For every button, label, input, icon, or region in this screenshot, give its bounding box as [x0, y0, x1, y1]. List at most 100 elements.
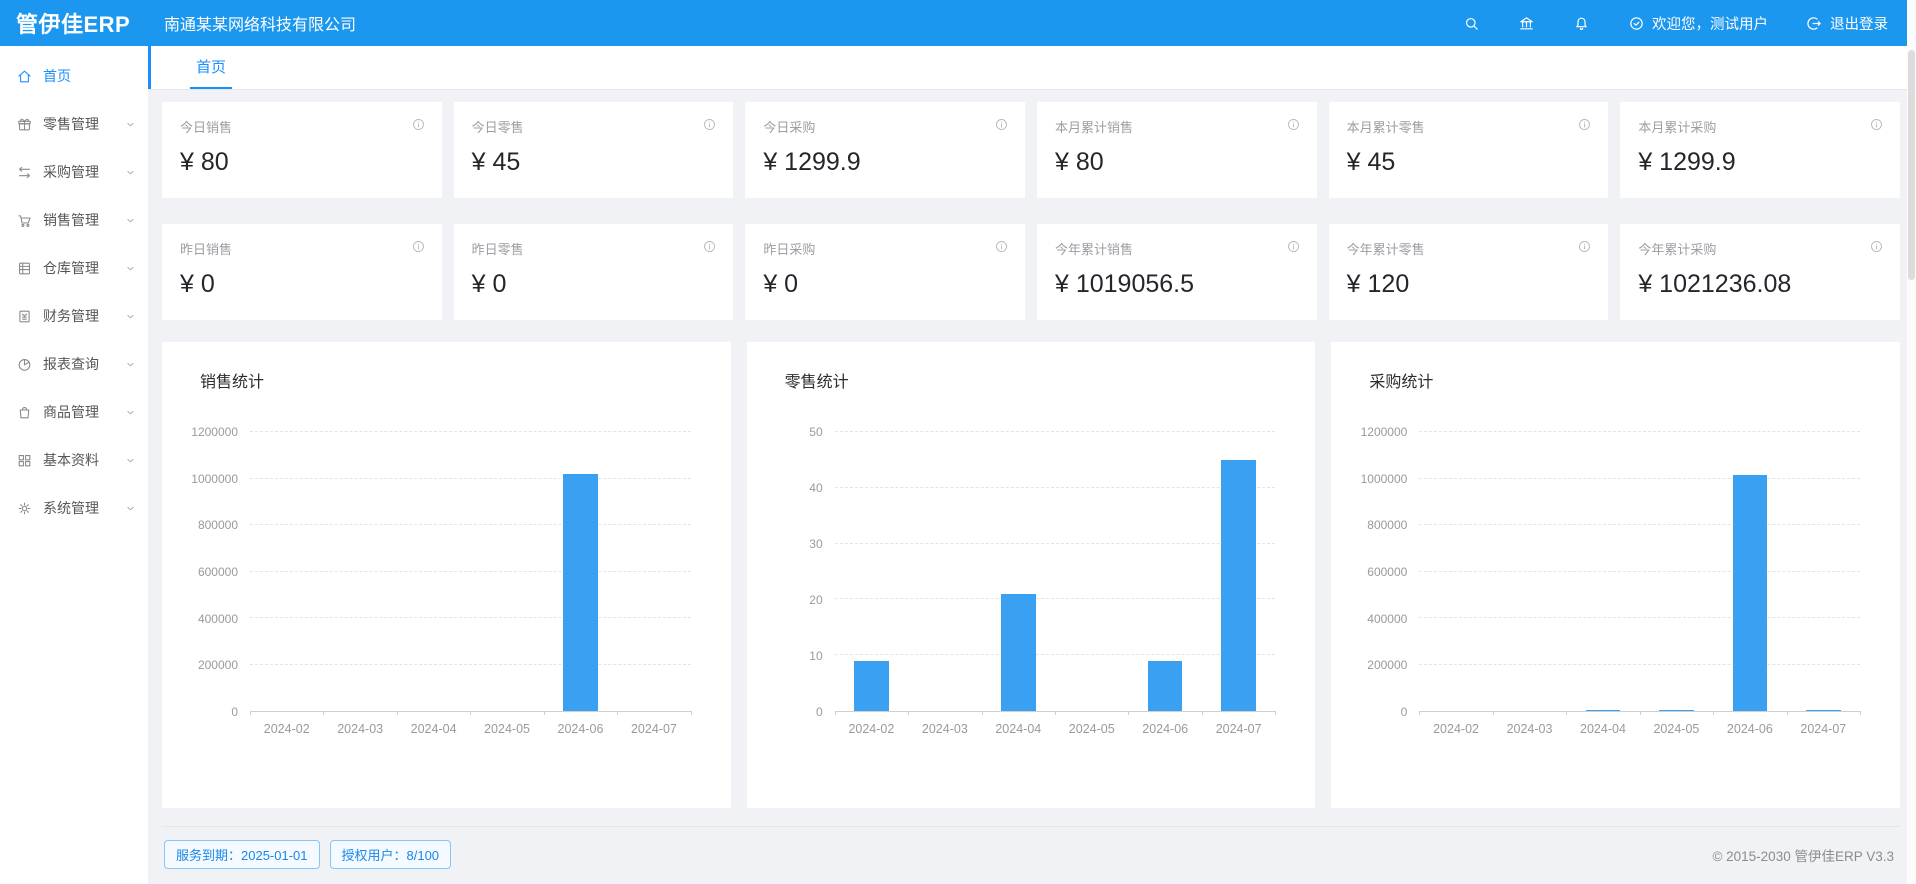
y-axis: 020000040000060000080000010000001200000	[1357, 432, 1419, 712]
sale-icon	[16, 212, 33, 229]
axis-tick	[250, 711, 251, 715]
chart-canvas[interactable]: 020000040000060000080000010000001200000	[1357, 432, 1870, 712]
info-icon[interactable]	[1869, 117, 1884, 132]
bar-2024-06	[1148, 661, 1183, 711]
stat-card-value: ¥ 45	[1347, 148, 1591, 177]
tab-home[interactable]: 首页	[190, 46, 232, 89]
search-icon[interactable]	[1463, 15, 1480, 32]
sidebar-item-purchase[interactable]: 采购管理	[0, 148, 148, 196]
info-icon[interactable]	[1577, 117, 1592, 132]
y-tick-label: 1200000	[1361, 425, 1408, 439]
scrollbar-thumb[interactable]	[1908, 50, 1915, 280]
x-axis-labels: 2024-022024-032024-042024-052024-062024-…	[250, 722, 691, 736]
stat-card: 本月累计采购 ¥ 1299.9	[1620, 102, 1900, 198]
x-tick-label: 2024-02	[1419, 722, 1492, 736]
logout-button[interactable]: 退出登录	[1806, 13, 1888, 34]
x-tick-label: 2024-03	[323, 722, 396, 736]
y-tick-label: 1000000	[1361, 472, 1408, 486]
user-menu[interactable]: 欢迎您，测试用户	[1628, 13, 1768, 34]
info-icon[interactable]	[702, 239, 717, 254]
sidebar-item-label: 采购管理	[43, 162, 99, 182]
bar-2024-06	[563, 474, 598, 711]
info-icon[interactable]	[411, 117, 426, 132]
chart-panel: 销售统计 02000004000006000008000001000000120…	[162, 342, 731, 808]
sidebar-item-home[interactable]: 首页	[0, 52, 148, 100]
axis-tick	[1055, 711, 1056, 715]
sidebar-item-label: 财务管理	[43, 306, 99, 326]
sidebar-item-report[interactable]: 报表查询	[0, 340, 148, 388]
chevron-down-icon	[125, 455, 136, 466]
stat-card-label: 今年累计采购	[1638, 239, 1882, 258]
sidebar-item-label: 基本资料	[43, 450, 99, 470]
bar-slot	[323, 432, 396, 711]
bar-2024-02	[854, 661, 889, 711]
bar-slot	[1787, 432, 1860, 711]
x-tick-label: 2024-07	[617, 722, 690, 736]
y-tick-label: 600000	[1367, 565, 1407, 579]
bar-slot	[544, 432, 617, 711]
sidebar-item-system[interactable]: 系统管理	[0, 484, 148, 532]
bar-2024-04	[1001, 594, 1036, 711]
sidebar-item-base[interactable]: 基本资料	[0, 436, 148, 484]
chart-row: 销售统计 02000004000006000008000001000000120…	[162, 342, 1900, 808]
axis-tick	[1419, 711, 1420, 715]
sidebar-item-sale[interactable]: 销售管理	[0, 196, 148, 244]
stat-card: 今年累计销售 ¥ 1019056.5	[1037, 224, 1317, 320]
report-icon	[16, 356, 33, 373]
scrollbar[interactable]	[1907, 0, 1916, 884]
chart-canvas[interactable]: 01020304050	[773, 432, 1286, 712]
sidebar-item-goods[interactable]: 商品管理	[0, 388, 148, 436]
bar-slot	[1493, 432, 1566, 711]
info-icon[interactable]	[411, 239, 426, 254]
info-icon[interactable]	[1577, 239, 1592, 254]
info-icon[interactable]	[1286, 117, 1301, 132]
plot-area	[835, 432, 1276, 712]
finance-icon	[16, 308, 33, 325]
chevron-down-icon	[125, 167, 136, 178]
info-icon[interactable]	[994, 117, 1009, 132]
bar-2024-06	[1733, 475, 1768, 712]
info-icon[interactable]	[1286, 239, 1301, 254]
company-name: 南通某某网络科技有限公司	[164, 11, 356, 35]
chevron-down-icon	[125, 407, 136, 418]
y-tick-label: 600000	[198, 565, 238, 579]
stat-card-value: ¥ 0	[763, 270, 1007, 299]
sidebar-item-stock[interactable]: 仓库管理	[0, 244, 148, 292]
y-tick-label: 400000	[198, 612, 238, 626]
system-icon	[16, 500, 33, 517]
sidebar-item-retail[interactable]: 零售管理	[0, 100, 148, 148]
stat-card: 今日零售 ¥ 45	[454, 102, 734, 198]
bar-slot	[982, 432, 1055, 711]
y-axis: 01020304050	[773, 432, 835, 712]
stock-icon	[16, 260, 33, 277]
bar-slot	[1055, 432, 1128, 711]
stat-card-value: ¥ 0	[180, 270, 424, 299]
bar-series	[250, 432, 691, 711]
stat-card: 今日采购 ¥ 1299.9	[745, 102, 1025, 198]
bell-icon[interactable]	[1573, 15, 1590, 32]
info-icon[interactable]	[994, 239, 1009, 254]
chart-canvas[interactable]: 020000040000060000080000010000001200000	[188, 432, 701, 712]
axis-tick	[617, 711, 618, 715]
stat-card-label: 今日采购	[763, 117, 1007, 136]
chevron-down-icon	[125, 215, 136, 226]
bar-series	[835, 432, 1276, 711]
y-tick-label: 0	[816, 705, 823, 719]
stat-card: 今日销售 ¥ 80	[162, 102, 442, 198]
y-tick-label: 40	[809, 481, 822, 495]
bar-slot	[250, 432, 323, 711]
info-icon[interactable]	[1869, 239, 1884, 254]
bank-icon[interactable]	[1518, 15, 1535, 32]
axis-tick	[544, 711, 545, 715]
sidebar-item-finance[interactable]: 财务管理	[0, 292, 148, 340]
axis-tick	[397, 711, 398, 715]
stat-card-value: ¥ 1021236.08	[1638, 270, 1882, 299]
page-footer: 服务到期：2025-01-01 授权用户：8/100 © 2015-2030 管…	[162, 827, 1900, 869]
x-axis-labels: 2024-022024-032024-042024-052024-062024-…	[1419, 722, 1860, 736]
info-icon[interactable]	[702, 117, 717, 132]
axis-tick	[323, 711, 324, 715]
stat-card-value: ¥ 0	[472, 270, 716, 299]
retail-icon	[16, 116, 33, 133]
chevron-down-icon	[125, 263, 136, 274]
x-tick-label: 2024-06	[1128, 722, 1201, 736]
